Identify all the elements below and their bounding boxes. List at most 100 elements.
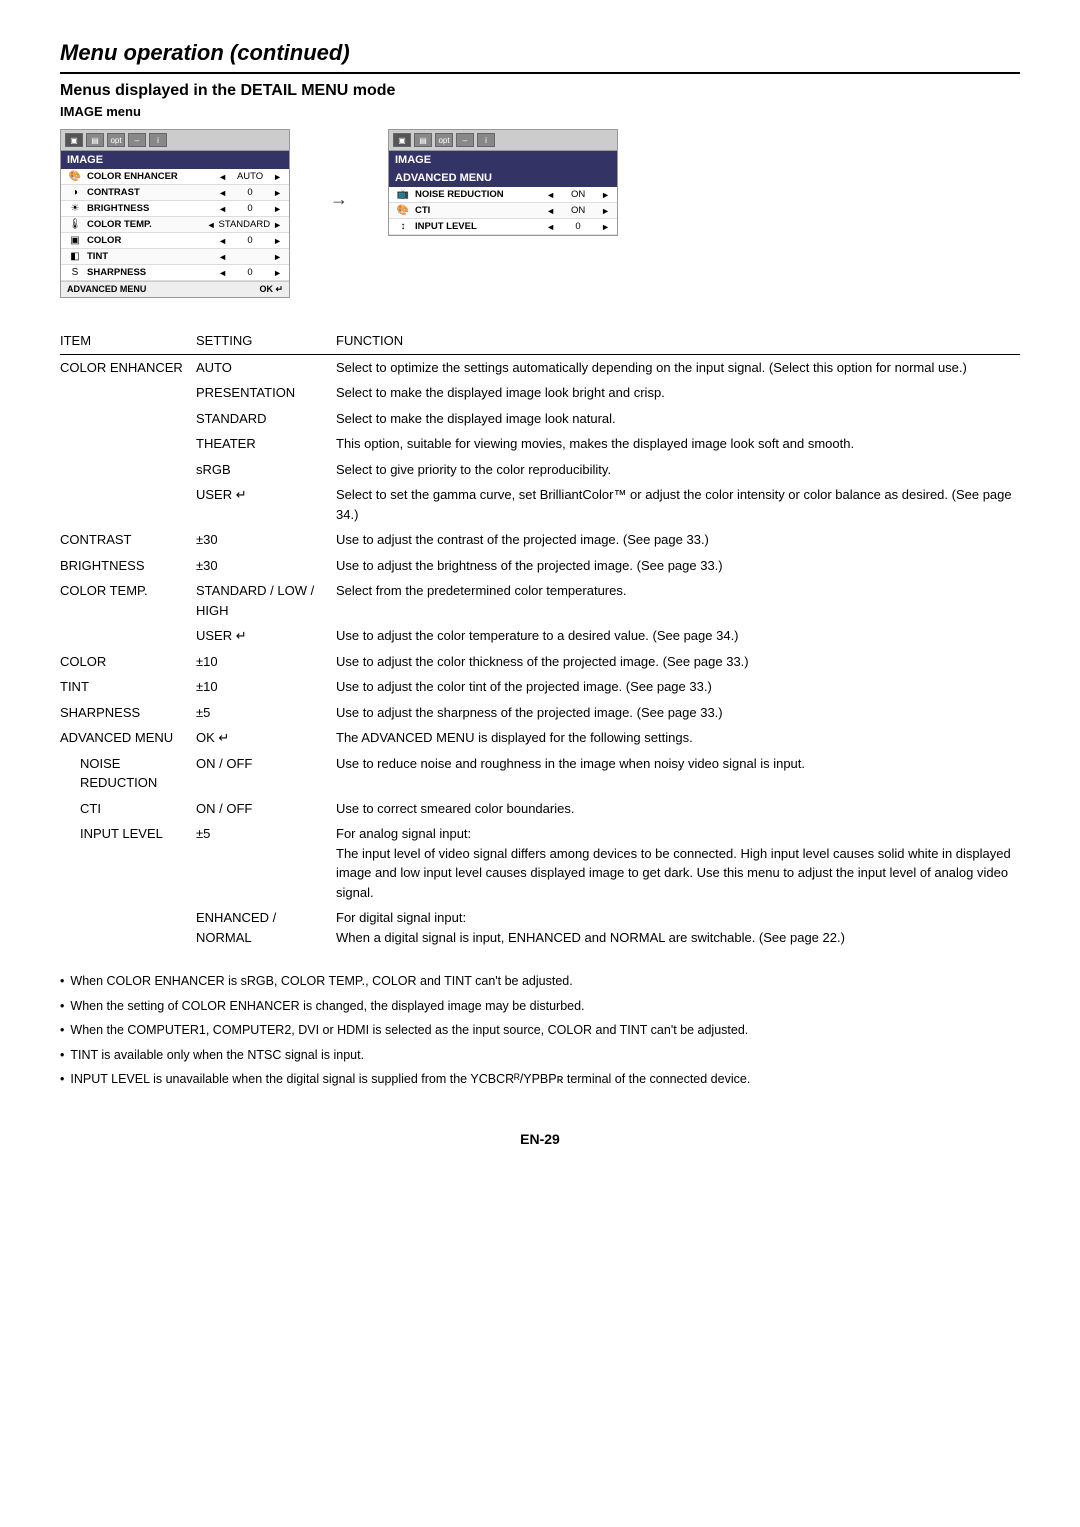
table-cell-function: Select to optimize the settings automati… (330, 354, 1020, 380)
menu-arrow-left: ◄ (543, 190, 558, 200)
left-menu-row: ◧ TINT ◄ ► (61, 249, 289, 265)
table-row: PRESENTATIONSelect to make the displayed… (60, 380, 1020, 406)
table-row: sRGBSelect to give priority to the color… (60, 457, 1020, 483)
left-menu-row: 🌡 COLOR TEMP. ◄ STANDARD ► (61, 217, 289, 233)
table-cell-function: Use to adjust the color thickness of the… (330, 649, 1020, 675)
content-table: ITEM SETTING FUNCTION COLOR ENHANCERAUTO… (60, 328, 1020, 950)
table-row: CTION / OFFUse to correct smeared color … (60, 796, 1020, 822)
toolbar-icon-r4: – (456, 133, 474, 147)
right-menu-rows: 📺 NOISE REDUCTION ◄ ON ► 🎨 CTI ◄ ON ► ↕ … (389, 187, 617, 235)
menu-row-icon: S (65, 267, 85, 278)
table-cell-setting: ON / OFF (190, 796, 330, 822)
menu-arrow-right: ► (270, 252, 285, 262)
table-header: ITEM SETTING FUNCTION (60, 328, 1020, 354)
page-number: EN-29 (60, 1131, 1020, 1147)
table-cell-setting: ±10 (190, 649, 330, 675)
table-cell-setting: ±30 (190, 527, 330, 553)
menu-row-label: TINT (85, 251, 215, 262)
menu-row-icon: 🎨 (65, 171, 85, 182)
right-menu-row: 🎨 CTI ◄ ON ► (389, 203, 617, 219)
table-body: COLOR ENHANCERAUTOSelect to optimize the… (60, 354, 1020, 950)
menu-row-label: COLOR (85, 235, 215, 246)
menu-row-icon: 🌡 (65, 219, 85, 230)
right-menu-row: ↕ INPUT LEVEL ◄ 0 ► (389, 219, 617, 235)
table-cell-setting: STANDARD (190, 406, 330, 432)
table-cell-item: CONTRAST (60, 527, 190, 553)
table-row: INPUT LEVEL±5For analog signal input:The… (60, 821, 1020, 905)
menu-row-icon: ↕ (393, 221, 413, 232)
menu-row-icon: 🎨 (393, 205, 413, 216)
bullet-item: • INPUT LEVEL is unavailable when the dig… (60, 1068, 1020, 1091)
table-cell-item: COLOR (60, 649, 190, 675)
toolbar-icon-r3: opt (435, 133, 453, 147)
table-cell-setting: ±10 (190, 674, 330, 700)
left-menu-header: IMAGE (61, 151, 289, 169)
toolbar-icon-r5: i (477, 133, 495, 147)
table-cell-setting: ±5 (190, 821, 330, 905)
right-menu: ▣ ▤ opt – i IMAGE ADVANCED MENU 📺 NOISE … (388, 129, 618, 236)
bullet-item: •TINT is available only when the NTSC si… (60, 1044, 1020, 1067)
table-row: USER ↵Use to adjust the color temperatur… (60, 623, 1020, 649)
table-cell-function: Select to give priority to the color rep… (330, 457, 1020, 483)
menu-row-label: COLOR ENHANCER (85, 171, 215, 182)
table-row: STANDARDSelect to make the displayed ima… (60, 406, 1020, 432)
bullet-dot: • (60, 1068, 64, 1091)
menu-row-value: STANDARD (219, 219, 271, 230)
menu-arrow-right: ► (598, 222, 613, 232)
bullet-text: When the COMPUTER1, COMPUTER2, DVI or HD… (70, 1019, 748, 1042)
table-cell-function: Select from the predetermined color temp… (330, 578, 1020, 623)
menu-arrow-right: ► (270, 220, 285, 230)
table-cell-function: Use to adjust the brightness of the proj… (330, 553, 1020, 579)
table-cell-setting: OK ↵ (190, 725, 330, 751)
table-cell-function: Use to adjust the color temperature to a… (330, 623, 1020, 649)
table-cell-item: SHARPNESS (60, 700, 190, 726)
menu-row-label: NOISE REDUCTION (413, 189, 543, 200)
menu-arrow-left: ◄ (215, 236, 230, 246)
footer-left: ADVANCED MENU (67, 284, 146, 295)
left-menu: ▣ ▤ opt – i IMAGE 🎨 COLOR ENHANCER ◄ AUT… (60, 129, 290, 298)
bullet-dot: • (60, 1044, 64, 1067)
col-header-setting: SETTING (190, 328, 330, 354)
menu-arrow-connector: → (330, 129, 348, 210)
bullet-dot: • (60, 1019, 64, 1042)
table-cell-setting: sRGB (190, 457, 330, 483)
toolbar-icon-2: ▤ (86, 133, 104, 147)
col-header-item: ITEM (60, 328, 190, 354)
table-cell-item: CTI (60, 796, 190, 822)
right-menu-toolbar: ▣ ▤ opt – i (389, 130, 617, 151)
toolbar-icon-r2: ▤ (414, 133, 432, 147)
table-cell-item: BRIGHTNESS (60, 553, 190, 579)
menu-arrow-right: ► (270, 204, 285, 214)
table-cell-function: Select to set the gamma curve, set Brill… (330, 482, 1020, 527)
bullet-item: • When the COMPUTER1, COMPUTER2, DVI or H… (60, 1019, 1020, 1042)
menu-row-value: 0 (230, 235, 270, 246)
right-menu-row: 📺 NOISE REDUCTION ◄ ON ► (389, 187, 617, 203)
table-row: CONTRAST±30Use to adjust the contrast of… (60, 527, 1020, 553)
table-cell-setting: USER ↵ (190, 482, 330, 527)
table-cell-item: COLOR ENHANCER (60, 354, 190, 527)
menu-row-label: INPUT LEVEL (413, 221, 543, 232)
menu-arrow-right: ► (270, 268, 285, 278)
table-cell-item: TINT (60, 674, 190, 700)
table-cell-function: The ADVANCED MENU is displayed for the f… (330, 725, 1020, 751)
left-menu-row: 🎨 COLOR ENHANCER ◄ AUTO ► (61, 169, 289, 185)
left-menu-toolbar: ▣ ▤ opt – i (61, 130, 289, 151)
left-menu-row: S SHARPNESS ◄ 0 ► (61, 265, 289, 281)
menu-row-value: 0 (230, 203, 270, 214)
menu-arrow-left: ◄ (215, 204, 230, 214)
subsection-label: IMAGE menu (60, 104, 1020, 119)
table-row: COLOR±10Use to adjust the color thicknes… (60, 649, 1020, 675)
menu-arrow-left: ◄ (543, 206, 558, 216)
left-menu-row: ☀ BRIGHTNESS ◄ 0 ► (61, 201, 289, 217)
bullet-text: INPUT LEVEL is unavailable when the digi… (70, 1068, 750, 1091)
table-cell-function: This option, suitable for viewing movies… (330, 431, 1020, 457)
table-cell-item: NOISE REDUCTION (60, 751, 190, 796)
table-cell-item: ADVANCED MENU (60, 725, 190, 751)
table-cell-setting: ±5 (190, 700, 330, 726)
toolbar-icon-5: i (149, 133, 167, 147)
table-cell-setting: STANDARD / LOW / HIGH (190, 578, 330, 623)
table-row: COLOR TEMP.STANDARD / LOW / HIGHSelect f… (60, 578, 1020, 623)
table-row: SHARPNESS±5Use to adjust the sharpness o… (60, 700, 1020, 726)
left-menu-row: ◑ CONTRAST ◄ 0 ► (61, 185, 289, 201)
left-menu-footer: ADVANCED MENU OK ↵ (61, 281, 289, 297)
